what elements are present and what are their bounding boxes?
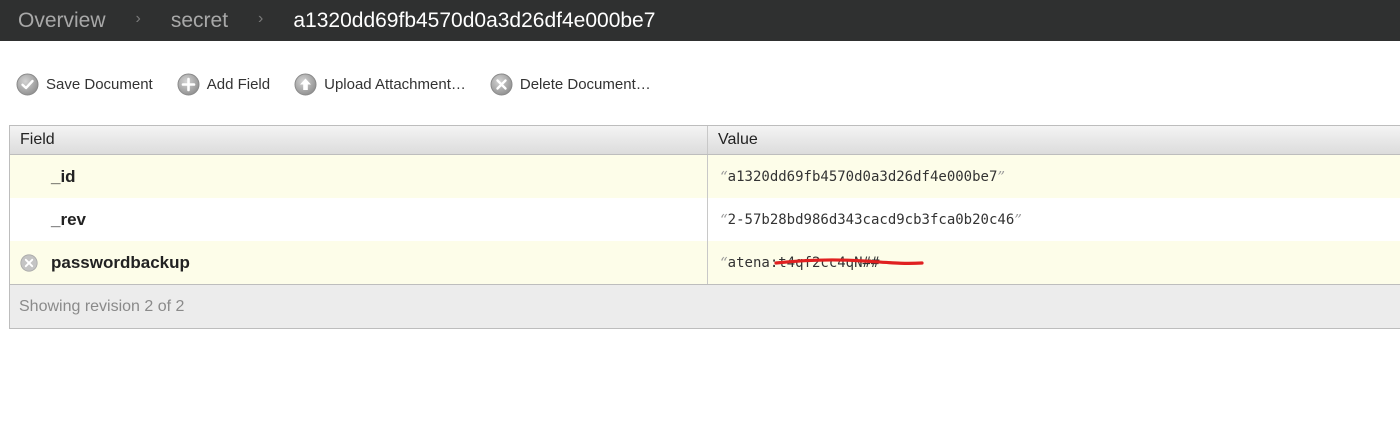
- arrow-up-circle-icon: [294, 73, 317, 96]
- open-quote: “: [720, 167, 728, 186]
- field-name[interactable]: _rev: [10, 198, 708, 241]
- field-value-text: atena:: [727, 254, 779, 271]
- revision-status: Showing revision 2 of 2: [10, 284, 1400, 328]
- column-header-field: Field: [10, 126, 708, 154]
- redacted-value: t4qf2cc4qN##: [774, 254, 924, 271]
- chevron-right-icon: ›: [258, 9, 264, 27]
- close-quote: ”: [997, 167, 1006, 186]
- check-circle-icon: [16, 73, 39, 96]
- open-quote: “: [720, 210, 728, 229]
- field-value-text: a1320dd69fb4570d0a3d26df4e000be7: [727, 168, 998, 185]
- save-document-button[interactable]: Save Document: [16, 73, 153, 96]
- table-row: _id “a1320dd69fb4570d0a3d26df4e000be7”: [10, 155, 1400, 198]
- add-field-button[interactable]: Add Field: [177, 73, 270, 96]
- save-document-label: Save Document: [46, 75, 153, 93]
- redacted-value-text: t4qf2cc4qN##: [778, 254, 880, 271]
- close-quote: ”: [1014, 210, 1022, 229]
- chevron-right-icon: ›: [135, 9, 141, 27]
- field-value[interactable]: “atena: t4qf2cc4qN##: [708, 241, 1400, 284]
- field-value[interactable]: “a1320dd69fb4570d0a3d26df4e000be7”: [708, 155, 1400, 198]
- document-toolbar: Save Document Add Field Upload Attachmen…: [16, 71, 675, 97]
- upload-attachment-label: Upload Attachment…: [324, 75, 466, 93]
- x-circle-icon: [490, 73, 513, 96]
- field-name-cell[interactable]: passwordbackup: [10, 241, 708, 284]
- document-fields-table: Field Value _id “a1320dd69fb4570d0a3d26d…: [9, 125, 1400, 329]
- field-name[interactable]: _id: [10, 155, 708, 198]
- delete-document-label: Delete Document…: [519, 75, 651, 93]
- add-field-label: Add Field: [206, 75, 271, 93]
- upload-attachment-button[interactable]: Upload Attachment…: [294, 73, 466, 96]
- table-header: Field Value: [10, 126, 1400, 155]
- breadcrumb-overview[interactable]: Overview: [18, 9, 106, 33]
- column-header-value: Value: [718, 131, 758, 148]
- field-value[interactable]: “2-57b28bd986d343cacd9cb3fca0b20c46”: [708, 198, 1400, 241]
- delete-field-icon[interactable]: [20, 254, 38, 272]
- breadcrumb: Overview › secret › a1320dd69fb4570d0a3d…: [0, 0, 1400, 41]
- breadcrumb-database[interactable]: secret: [171, 9, 228, 33]
- revision-status-text: Showing revision 2 of 2: [19, 297, 185, 315]
- breadcrumb-document: a1320dd69fb4570d0a3d26df4e000be7: [293, 8, 656, 32]
- field-value-text: 2-57b28bd986d343cacd9cb3fca0b20c46: [727, 211, 1015, 228]
- plus-circle-icon: [177, 73, 200, 96]
- table-row: passwordbackup “atena: t4qf2cc4qN##: [10, 241, 1400, 284]
- field-name: passwordbackup: [51, 252, 190, 272]
- table-row: _rev “2-57b28bd986d343cacd9cb3fca0b20c46…: [10, 198, 1400, 241]
- open-quote: “: [720, 253, 728, 272]
- delete-document-button[interactable]: Delete Document…: [490, 73, 651, 96]
